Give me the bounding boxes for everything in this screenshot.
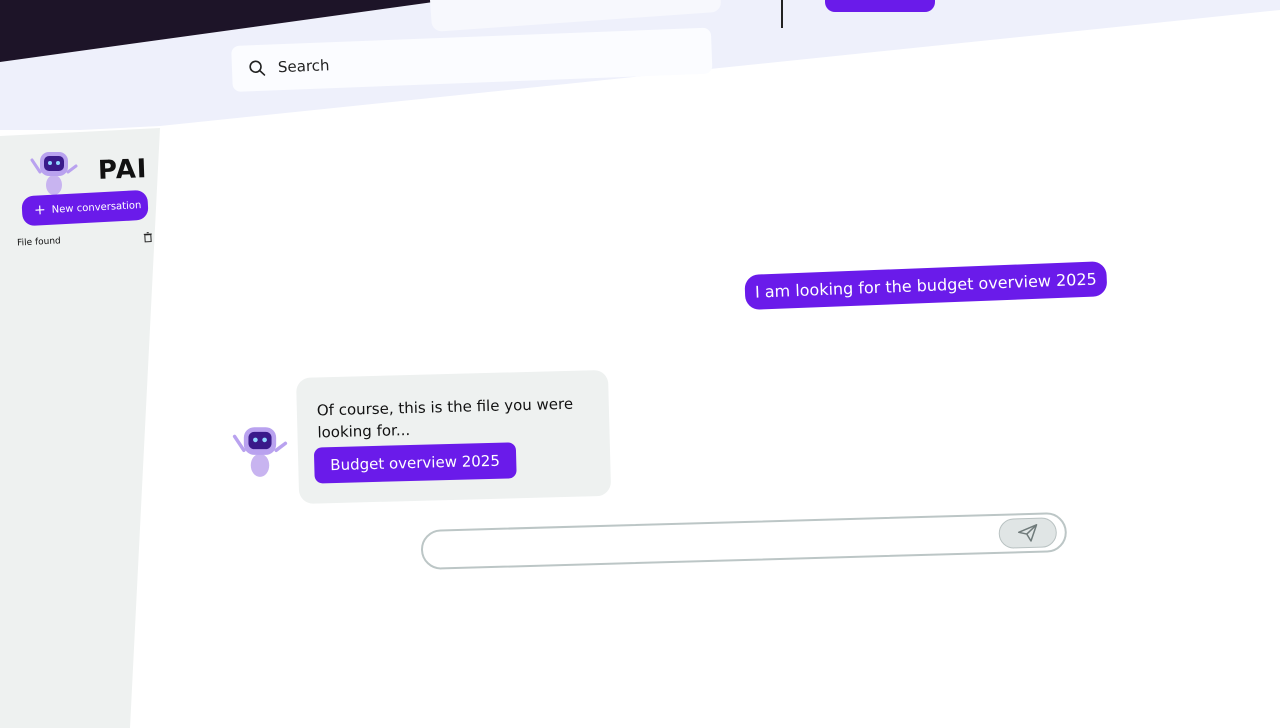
toolbar-accent-button[interactable] xyxy=(825,0,935,12)
assistant-message-text: Of course, this is the file you were loo… xyxy=(317,392,588,443)
brand-name: PAI xyxy=(97,154,147,186)
search-icon xyxy=(248,59,267,78)
new-conversation-label: New conversation xyxy=(51,200,141,216)
message-input[interactable] xyxy=(439,522,984,563)
send-icon xyxy=(1016,523,1039,544)
file-attachment-button[interactable]: Budget overview 2025 xyxy=(314,442,517,483)
assistant-message-bubble: Of course, this is the file you were loo… xyxy=(296,370,611,504)
trash-icon[interactable] xyxy=(143,231,154,243)
sidebar-item-label: File found xyxy=(17,236,61,248)
user-message: I am looking for the budget overview 202… xyxy=(744,261,1107,310)
plus-icon: + xyxy=(34,203,46,218)
brand: PAI xyxy=(30,144,147,196)
send-button[interactable] xyxy=(998,517,1057,549)
robot-avatar-icon xyxy=(232,418,288,478)
search-placeholder: Search xyxy=(278,56,330,76)
toolbar-divider xyxy=(781,0,783,28)
robot-avatar-icon xyxy=(30,144,78,196)
message-composer xyxy=(420,512,1067,570)
